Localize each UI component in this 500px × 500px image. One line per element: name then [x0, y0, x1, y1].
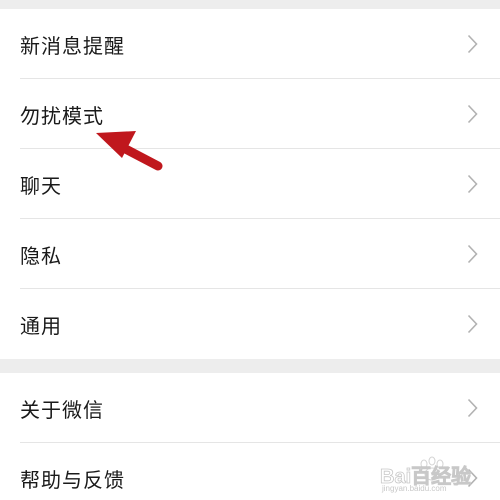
settings-item-help-feedback[interactable]: 帮助与反馈 [0, 443, 500, 500]
top-gap [0, 0, 500, 9]
settings-item-label: 帮助与反馈 [20, 467, 125, 492]
settings-group-about: 关于微信 帮助与反馈 [0, 373, 500, 500]
settings-item-label: 聊天 [20, 173, 62, 198]
chevron-right-icon [467, 174, 478, 194]
settings-item-label: 新消息提醒 [20, 33, 125, 58]
settings-item-label: 隐私 [20, 243, 62, 268]
settings-item-label: 关于微信 [20, 397, 104, 422]
settings-item-general[interactable]: 通用 [0, 289, 500, 359]
chevron-right-icon [467, 468, 478, 488]
chevron-right-icon [467, 314, 478, 334]
settings-item-do-not-disturb[interactable]: 勿扰模式 [0, 79, 500, 149]
chevron-right-icon [467, 34, 478, 54]
chevron-right-icon [467, 104, 478, 124]
chevron-right-icon [467, 244, 478, 264]
settings-item-label: 通用 [20, 313, 62, 338]
settings-item-privacy[interactable]: 隐私 [0, 219, 500, 289]
chevron-right-icon [467, 398, 478, 418]
settings-item-new-message-alerts[interactable]: 新消息提醒 [0, 9, 500, 79]
settings-item-chat[interactable]: 聊天 [0, 149, 500, 219]
settings-item-label: 勿扰模式 [20, 103, 104, 128]
settings-screen: 新消息提醒 勿扰模式 聊天 隐私 通用 关于微信 帮助与反馈 Bai百经验 ji… [0, 0, 500, 500]
settings-group-main: 新消息提醒 勿扰模式 聊天 隐私 通用 [0, 9, 500, 359]
settings-item-about-wechat[interactable]: 关于微信 [0, 373, 500, 443]
group-gap [0, 359, 500, 373]
